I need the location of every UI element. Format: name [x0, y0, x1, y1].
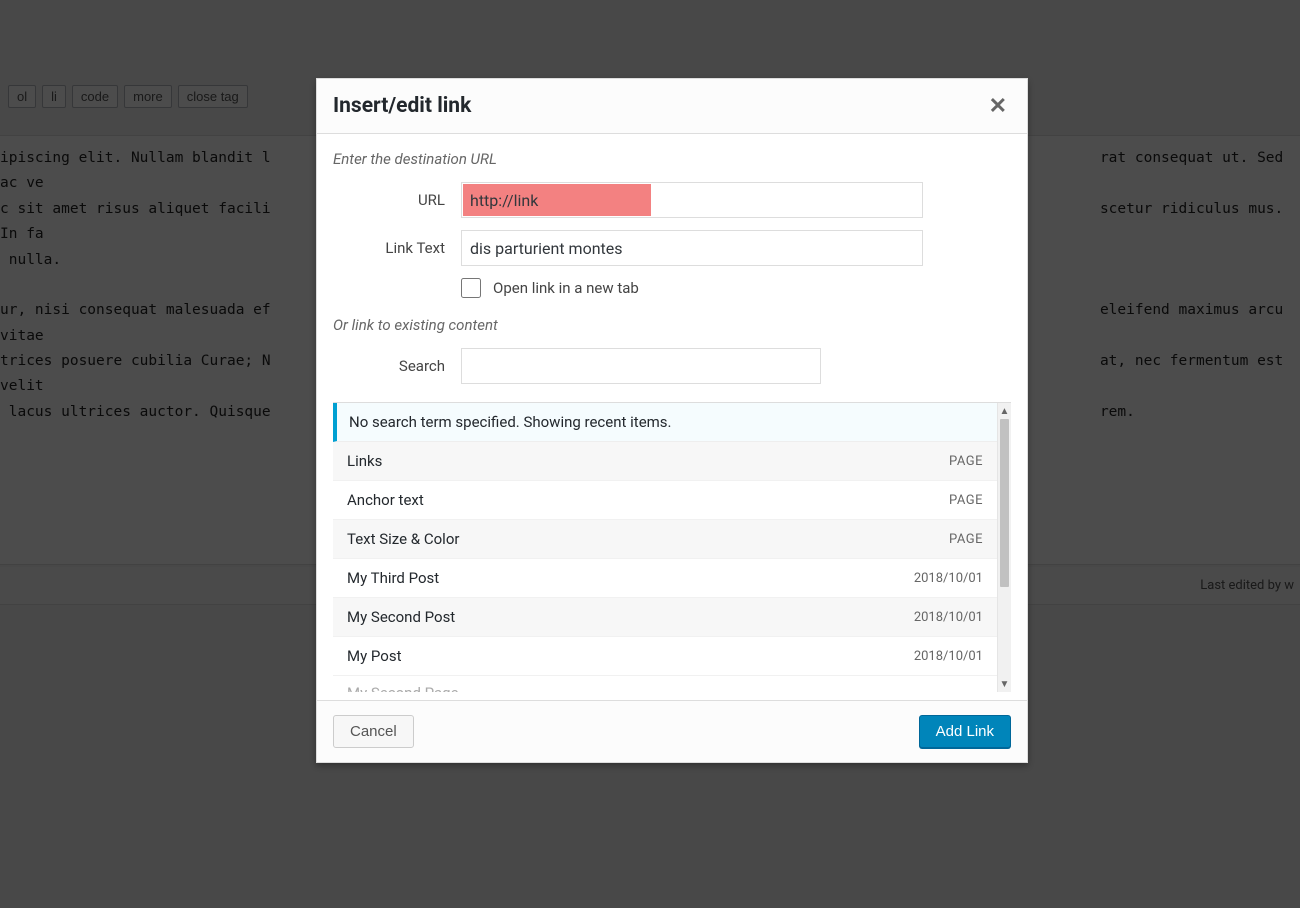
list-item[interactable]: Text Size & Color PAGE — [333, 520, 997, 559]
scroll-up-icon[interactable]: ▲ — [998, 403, 1011, 419]
link-text-row: Link Text — [333, 230, 1011, 266]
scroll-thumb[interactable] — [1000, 419, 1009, 587]
list-item-partial[interactable]: My Second Page — [333, 676, 997, 692]
results-scrollbar[interactable]: ▲ ▼ — [997, 403, 1011, 692]
list-item-meta: PAGE — [949, 532, 983, 547]
list-item-meta: 2018/10/01 — [914, 610, 983, 625]
list-item-title: Anchor text — [347, 491, 424, 509]
list-item-meta: 2018/10/01 — [914, 649, 983, 664]
insert-link-dialog: Insert/edit link ✕ Enter the destination… — [316, 78, 1028, 763]
list-item-title: Links — [347, 452, 382, 470]
close-icon[interactable]: ✕ — [985, 91, 1011, 121]
dialog-footer: Cancel Add Link — [317, 700, 1027, 762]
list-item-meta: 2018/10/01 — [914, 571, 983, 586]
existing-content-hint: Or link to existing content — [333, 316, 1011, 334]
url-label: URL — [333, 191, 461, 209]
results-notice: No search term specified. Showing recent… — [333, 403, 997, 442]
results-list: No search term specified. Showing recent… — [333, 403, 997, 692]
new-tab-checkbox[interactable] — [461, 278, 481, 298]
url-row: URL — [333, 182, 1011, 218]
link-text-input[interactable] — [461, 230, 923, 266]
list-item[interactable]: My Second Post 2018/10/01 — [333, 598, 997, 637]
destination-url-hint: Enter the destination URL — [333, 150, 1011, 168]
list-item-title: Text Size & Color — [347, 530, 459, 548]
results-panel: No search term specified. Showing recent… — [333, 402, 1011, 692]
search-row: Search — [333, 348, 1011, 384]
list-item[interactable]: My Post 2018/10/01 — [333, 637, 997, 676]
list-item-meta: PAGE — [949, 493, 983, 508]
list-item-meta: PAGE — [949, 454, 983, 469]
url-input[interactable] — [462, 183, 922, 217]
url-input-wrapper — [461, 182, 923, 218]
dialog-title: Insert/edit link — [333, 94, 471, 118]
new-tab-label[interactable]: Open link in a new tab — [493, 279, 639, 297]
list-item[interactable]: Anchor text PAGE — [333, 481, 997, 520]
cancel-button[interactable]: Cancel — [333, 715, 414, 748]
list-item[interactable]: Links PAGE — [333, 442, 997, 481]
new-tab-row: Open link in a new tab — [461, 278, 1011, 298]
scroll-down-icon[interactable]: ▼ — [998, 676, 1011, 692]
add-link-button[interactable]: Add Link — [919, 715, 1011, 748]
search-input[interactable] — [461, 348, 821, 384]
list-item[interactable]: My Third Post 2018/10/01 — [333, 559, 997, 598]
search-label: Search — [333, 357, 461, 375]
link-text-label: Link Text — [333, 239, 461, 257]
list-item-title: My Post — [347, 647, 402, 665]
list-item-title: My Third Post — [347, 569, 439, 587]
list-item-title: My Second Post — [347, 608, 455, 626]
dialog-body: Enter the destination URL URL Link Text … — [317, 134, 1027, 700]
dialog-header: Insert/edit link ✕ — [317, 79, 1027, 134]
